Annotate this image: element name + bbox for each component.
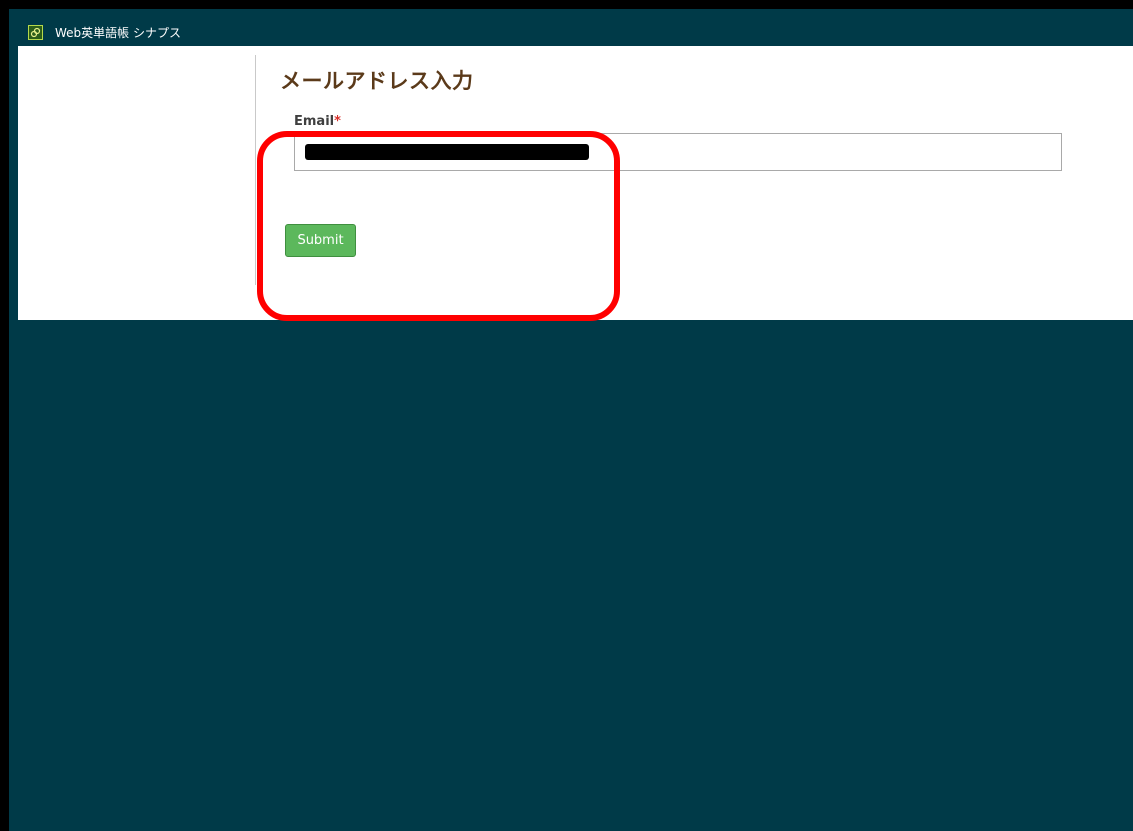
top-bar: Web英単語帳 シナプス — [18, 18, 1133, 46]
submit-button[interactable]: Submit — [285, 224, 356, 257]
required-mark: * — [334, 114, 341, 129]
window-frame: Web英単語帳 シナプス メールアドレス入力 Email* Submit — [0, 0, 1133, 831]
app-title[interactable]: Web英単語帳 シナプス — [55, 24, 181, 41]
email-label-text: Email — [294, 114, 335, 129]
email-field[interactable] — [294, 133, 1062, 171]
app-logo-icon — [28, 24, 43, 40]
page-title: メールアドレス入力 — [280, 69, 474, 93]
redacted-email-value — [305, 144, 589, 160]
divider — [255, 55, 256, 285]
email-label: Email* — [294, 114, 341, 129]
main-content: メールアドレス入力 Email* Submit — [18, 46, 1133, 321]
